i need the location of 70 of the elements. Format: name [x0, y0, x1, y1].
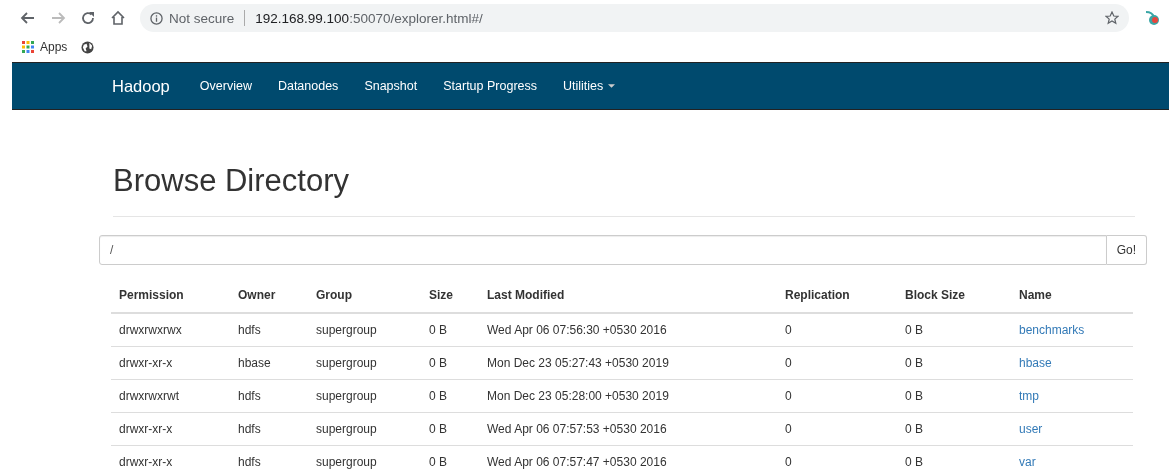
table-cell: supergroup [308, 445, 421, 473]
table-cell: Wed Apr 06 07:57:53 +0530 2016 [479, 412, 777, 446]
apps-grid-icon [22, 41, 34, 53]
table-cell: 0 B [897, 313, 1011, 347]
table-cell: drwxr-xr-x [111, 346, 230, 380]
address-bar[interactable]: Not secure 192.168.99.100:50070/explorer.html#/ [140, 4, 1129, 32]
table-cell: Mon Dec 23 05:27:43 +0530 2019 [479, 346, 777, 380]
column-header[interactable]: Owner [230, 278, 308, 313]
table-cell: hdfs [230, 379, 308, 413]
table-cell: 0 B [421, 346, 479, 380]
page-heading: Browse Directory [113, 163, 350, 199]
table-cell: supergroup [308, 313, 421, 347]
column-header[interactable]: Block Size [897, 278, 1011, 313]
table-cell: Wed Apr 06 07:57:47 +0530 2016 [479, 445, 777, 473]
extension-icon[interactable] [1143, 9, 1161, 27]
info-icon[interactable] [150, 11, 163, 25]
table-cell: 0 B [421, 412, 479, 446]
table-cell: 0 B [421, 379, 479, 413]
nav-link[interactable]: Startup Progress [443, 79, 537, 93]
directory-link[interactable]: hbase [1019, 356, 1052, 370]
directory-link[interactable]: tmp [1019, 389, 1039, 403]
column-header[interactable]: Size [421, 278, 479, 313]
go-button[interactable]: Go! [1106, 235, 1147, 265]
nav-link[interactable]: Datanodes [277, 79, 339, 93]
directory-link[interactable]: user [1019, 422, 1043, 436]
table-cell: drwxrwxrwx [111, 313, 230, 347]
reload-icon[interactable] [80, 10, 96, 26]
table-cell: hdfs [230, 412, 308, 446]
url-path: :50070/explorer.html#/ [349, 10, 483, 26]
star-icon[interactable] [1105, 11, 1119, 25]
table-cell: 0 [777, 313, 897, 347]
table-cell: 0 [777, 379, 897, 413]
table-cell: drwxr-xr-x [111, 412, 230, 446]
table-cell: 0 B [897, 379, 1011, 413]
nav-link[interactable]: Utilities [563, 79, 616, 93]
directory-link[interactable]: var [1019, 455, 1036, 469]
table-cell: 0 B [421, 445, 479, 473]
security-label: Not secure [169, 10, 235, 26]
table-cell: hdfs [230, 445, 308, 473]
globe-icon[interactable] [81, 40, 95, 54]
nav-link[interactable]: Overview [199, 79, 252, 93]
table-cell: 0 [777, 412, 897, 446]
directory-link[interactable]: benchmarks [1019, 323, 1085, 337]
column-header[interactable]: Replication [777, 278, 897, 313]
table-cell: Wed Apr 06 07:56:30 +0530 2016 [479, 313, 777, 347]
table-cell: drwxr-xr-x [111, 445, 230, 473]
table-cell: supergroup [308, 346, 421, 380]
nav-link[interactable]: Snapshot [364, 79, 418, 93]
table-cell: 0 [777, 346, 897, 380]
table-cell: supergroup [308, 379, 421, 413]
column-header[interactable]: Permission [111, 278, 230, 313]
table-cell: Mon Dec 23 05:28:00 +0530 2019 [479, 379, 777, 413]
url-host: 192.168.99.100 [255, 10, 350, 26]
table-cell: 0 B [897, 445, 1011, 473]
table-cell: hdfs [230, 313, 308, 347]
table-cell: drwxrwxrwt [111, 379, 230, 413]
path-input-field[interactable]: / [99, 235, 1107, 265]
table-cell: 0 [777, 445, 897, 473]
table-cell: hbase [230, 346, 308, 380]
column-header[interactable]: Last Modified [479, 278, 777, 313]
home-icon[interactable] [110, 10, 126, 26]
table-cell: 0 B [897, 412, 1011, 446]
brand-link[interactable]: Hadoop [112, 76, 170, 96]
bookmark-label[interactable]: Apps [40, 40, 68, 54]
table-cell: supergroup [308, 412, 421, 446]
table-cell: 0 B [897, 346, 1011, 380]
table-cell: 0 B [421, 313, 479, 347]
back-arrow-icon[interactable] [20, 10, 36, 26]
column-header[interactable]: Name [1011, 278, 1133, 313]
column-header[interactable]: Group [308, 278, 421, 313]
